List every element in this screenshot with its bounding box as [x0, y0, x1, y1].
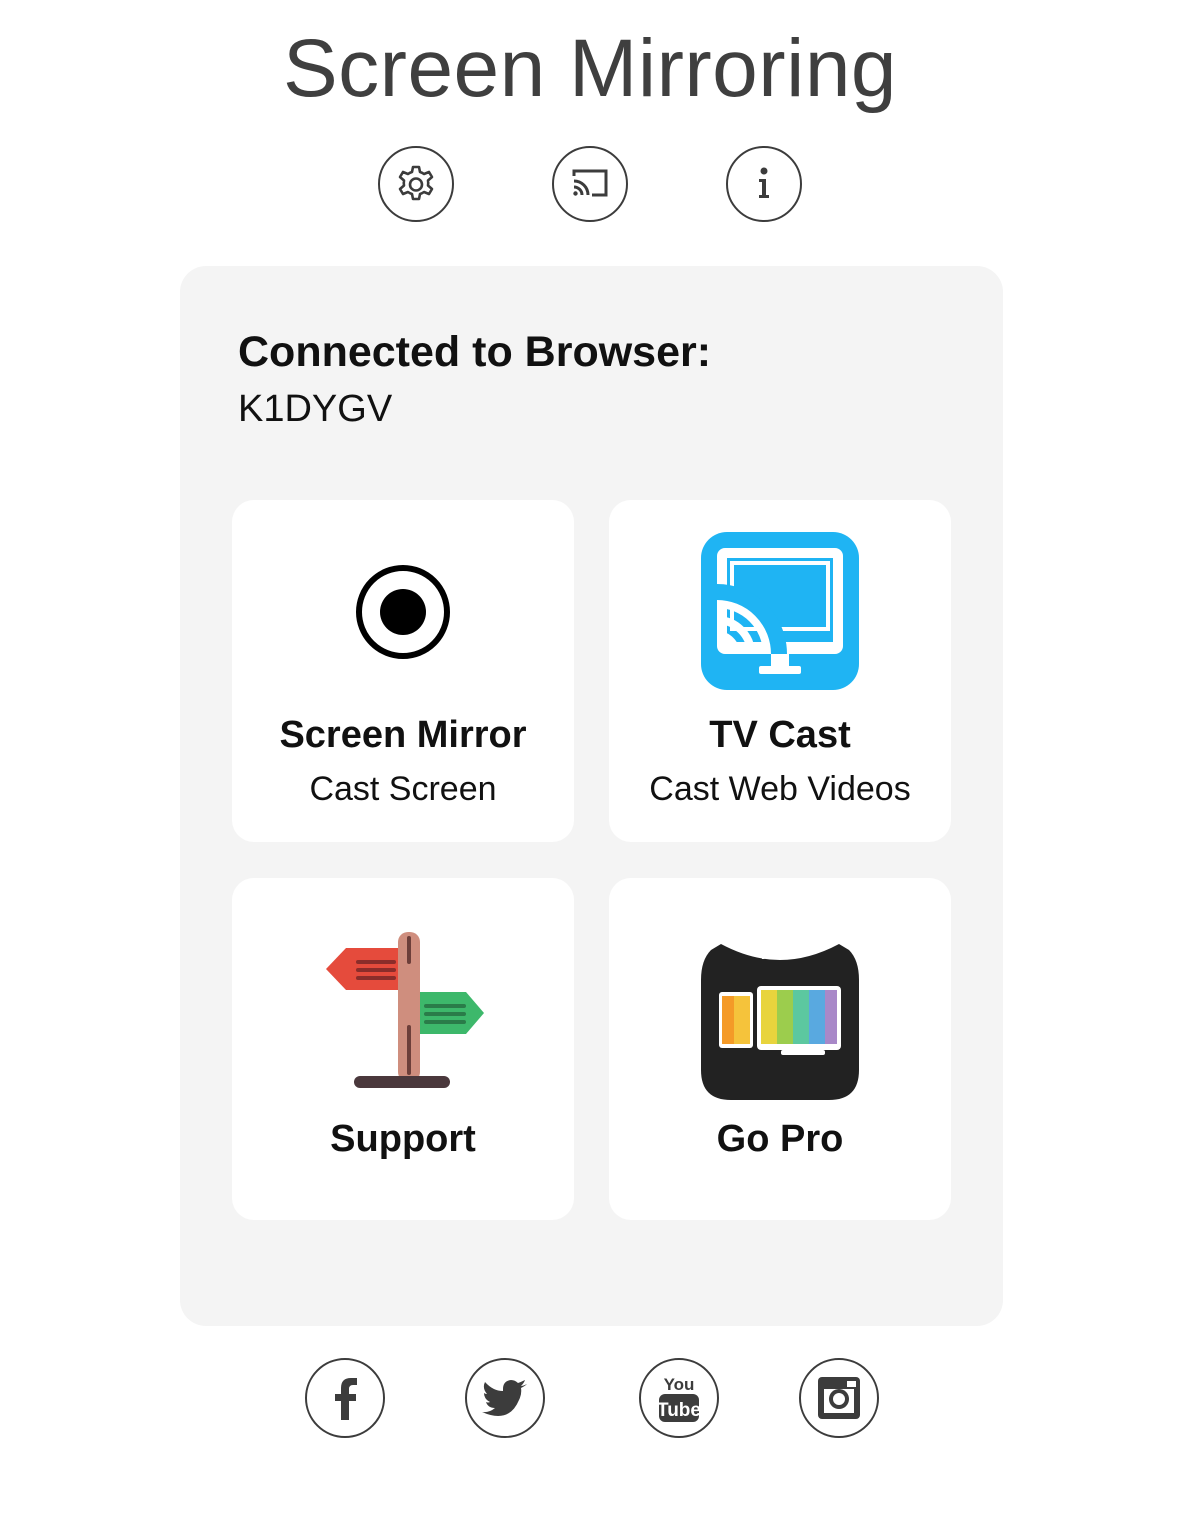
tile-subtitle: Cast Screen	[309, 770, 497, 808]
instagram-icon	[818, 1377, 860, 1419]
twitter-icon	[482, 1380, 527, 1416]
pro-app-icon: PRO	[701, 940, 859, 1105]
instagram-button[interactable]	[799, 1358, 879, 1438]
support-tile[interactable]: Support	[232, 878, 574, 1220]
cast-icon	[572, 169, 608, 197]
main-panel: Connected to Browser: K1DYGV Screen Mirr…	[180, 266, 1003, 1326]
facebook-icon	[335, 1378, 357, 1420]
tv-cast-tile[interactable]: TV Cast Cast Web Videos	[609, 500, 951, 842]
tile-title: TV Cast	[709, 714, 851, 756]
tile-title: Support	[330, 1118, 476, 1160]
svg-text:PRO: PRO	[762, 944, 799, 963]
go-pro-tile[interactable]: PRO Go Pro	[609, 878, 951, 1220]
facebook-button[interactable]	[305, 1358, 385, 1438]
connection-code: K1DYGV	[238, 388, 393, 430]
page-title: Screen Mirroring	[282, 23, 898, 114]
signpost-icon	[318, 930, 488, 1099]
youtube-button[interactable]: You Tube	[639, 1358, 719, 1438]
twitter-button[interactable]	[465, 1358, 545, 1438]
screen-mirror-tile[interactable]: Screen Mirror Cast Screen	[232, 500, 574, 842]
info-button[interactable]	[726, 146, 802, 222]
youtube-text-top: You	[664, 1375, 695, 1394]
info-icon	[759, 167, 769, 198]
social-links: You Tube	[0, 1358, 1180, 1438]
record-icon	[355, 564, 451, 665]
youtube-text-bottom: Tube	[657, 1400, 701, 1421]
tv-cast-app-icon	[701, 532, 859, 695]
gear-icon	[398, 165, 434, 201]
youtube-icon: You Tube	[657, 1375, 701, 1422]
settings-button[interactable]	[378, 146, 454, 222]
connection-label: Connected to Browser:	[238, 328, 712, 376]
tile-title: Screen Mirror	[279, 714, 527, 756]
tile-subtitle: Cast Web Videos	[649, 770, 911, 808]
cast-button[interactable]	[552, 146, 628, 222]
tile-title: Go Pro	[716, 1118, 844, 1160]
top-toolbar	[0, 144, 1180, 224]
